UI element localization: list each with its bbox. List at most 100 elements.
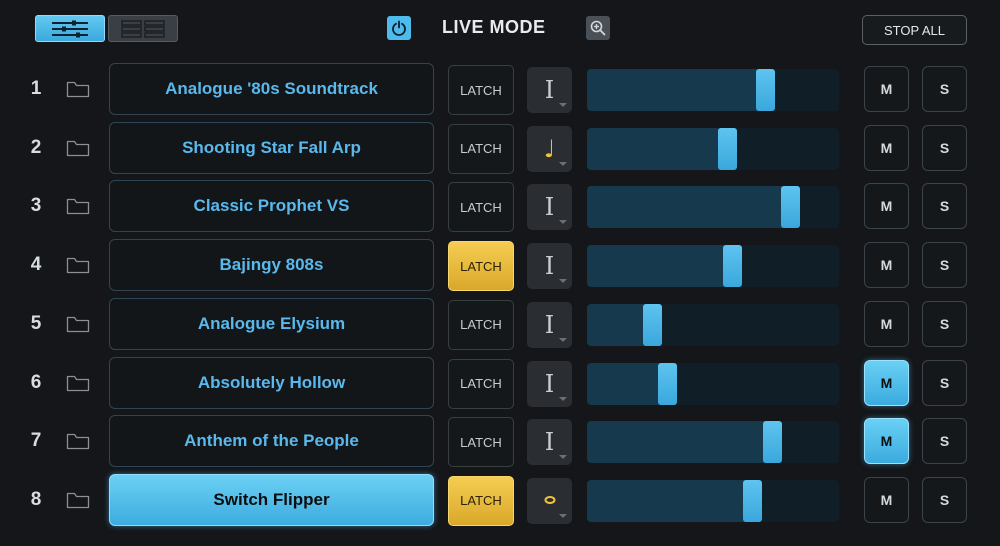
track-name-button[interactable]: Bajingy 808s (109, 239, 434, 292)
latch-button[interactable]: LATCH (448, 417, 514, 468)
folder-icon[interactable] (66, 256, 90, 274)
bar-icon: I (544, 193, 555, 222)
live-mode-panel: LIVE MODE STOP ALL 1 Analogue '80s Soundt… (0, 0, 1000, 546)
volume-fader[interactable] (587, 421, 839, 464)
solo-button[interactable]: S (922, 418, 967, 465)
grid-view-button[interactable] (108, 15, 178, 42)
trigger-mode-dropdown[interactable]: I (527, 184, 572, 231)
volume-fader[interactable] (587, 479, 839, 522)
mute-button[interactable]: M (864, 418, 909, 465)
zoom-button[interactable] (586, 16, 610, 40)
mute-button[interactable]: M (864, 183, 909, 230)
fader-fill (587, 362, 668, 405)
track-row: 6 Absolutely Hollow LATCH I M S (0, 356, 1000, 410)
bar-icon: I (544, 310, 555, 339)
latch-button[interactable]: LATCH (448, 123, 514, 174)
bar-icon: I (544, 369, 555, 398)
track-number: 2 (30, 136, 42, 158)
solo-button[interactable]: S (922, 183, 967, 230)
track-name-button[interactable]: Shooting Star Fall Arp (109, 121, 434, 174)
solo-button[interactable]: S (922, 300, 967, 347)
power-icon (392, 20, 406, 36)
track-name-button[interactable]: Classic Prophet VS (109, 180, 434, 233)
fader-handle[interactable] (781, 186, 800, 229)
track-number: 5 (30, 312, 42, 334)
volume-fader[interactable] (587, 127, 839, 170)
folder-icon[interactable] (66, 139, 90, 157)
latch-button[interactable]: LATCH (448, 241, 514, 292)
page-title: LIVE MODE (442, 17, 546, 37)
zoom-in-icon (590, 20, 606, 36)
folder-icon[interactable] (66, 374, 90, 392)
track-name-button[interactable]: Analogue '80s Soundtrack (109, 63, 434, 115)
mute-button[interactable]: M (864, 66, 909, 112)
caret-down-icon (559, 161, 567, 166)
fader-handle[interactable] (658, 362, 677, 405)
track-row: 7 Anthem of the People LATCH I M S (0, 414, 1000, 468)
mute-button[interactable]: M (864, 476, 909, 523)
loop-icon (543, 492, 557, 510)
folder-icon[interactable] (66, 432, 90, 450)
fader-handle[interactable] (723, 245, 742, 288)
trigger-mode-dropdown[interactable]: ♩ (527, 125, 572, 172)
folder-icon[interactable] (66, 197, 90, 215)
bar-icon: I (544, 428, 555, 457)
track-row: 4 Bajingy 808s LATCH I M S (0, 238, 1000, 292)
mixer-view-button[interactable] (35, 15, 105, 42)
track-number: 6 (30, 371, 42, 393)
track-name-button[interactable]: Analogue Elysium (109, 297, 434, 350)
volume-fader[interactable] (587, 186, 839, 229)
volume-fader[interactable] (587, 69, 839, 111)
mute-button[interactable]: M (864, 359, 909, 406)
mute-button[interactable]: M (864, 124, 909, 171)
trigger-mode-dropdown[interactable]: I (527, 301, 572, 348)
volume-fader[interactable] (587, 362, 839, 405)
fader-handle[interactable] (756, 69, 775, 111)
latch-button[interactable]: LATCH (448, 65, 514, 115)
stop-all-button[interactable]: STOP ALL (862, 15, 967, 45)
fader-handle[interactable] (718, 127, 737, 170)
track-number: 8 (30, 488, 42, 510)
track-number: 3 (30, 195, 42, 217)
caret-down-icon (559, 220, 567, 225)
trigger-mode-dropdown[interactable] (527, 477, 572, 524)
solo-button[interactable]: S (922, 66, 967, 112)
solo-button[interactable]: S (922, 242, 967, 289)
folder-icon[interactable] (66, 491, 90, 509)
fader-handle[interactable] (643, 303, 662, 346)
track-row: 1 Analogue '80s Soundtrack LATCH I M S (0, 62, 1000, 116)
power-button[interactable] (387, 16, 411, 40)
track-name-button[interactable]: Switch Flipper (109, 473, 434, 526)
fader-handle[interactable] (743, 479, 762, 522)
fader-fill (587, 245, 733, 288)
mute-button[interactable]: M (864, 242, 909, 289)
solo-button[interactable]: S (922, 124, 967, 171)
latch-button[interactable]: LATCH (448, 475, 514, 526)
volume-fader[interactable] (587, 303, 839, 346)
folder-icon[interactable] (66, 80, 90, 98)
trigger-mode-dropdown[interactable]: I (527, 419, 572, 466)
mixer-sliders-icon (52, 20, 88, 37)
trigger-mode-dropdown[interactable]: I (527, 243, 572, 290)
track-name-button[interactable]: Anthem of the People (109, 415, 434, 468)
trigger-mode-dropdown[interactable]: I (527, 67, 572, 113)
caret-down-icon (559, 513, 567, 518)
solo-button[interactable]: S (922, 476, 967, 523)
track-name-button[interactable]: Absolutely Hollow (109, 356, 434, 409)
latch-button[interactable]: LATCH (448, 358, 514, 409)
latch-button[interactable]: LATCH (448, 299, 514, 350)
latch-button[interactable]: LATCH (448, 182, 514, 233)
trigger-mode-dropdown[interactable]: I (527, 360, 572, 407)
track-row: 3 Classic Prophet VS LATCH I M S (0, 179, 1000, 233)
mute-button[interactable]: M (864, 300, 909, 347)
fader-fill (587, 479, 753, 522)
caret-down-icon (559, 396, 567, 401)
volume-fader[interactable] (587, 245, 839, 288)
folder-icon[interactable] (66, 315, 90, 333)
track-row: 5 Analogue Elysium LATCH I M S (0, 297, 1000, 351)
note-icon: ♩ (543, 134, 556, 163)
bar-icon: I (544, 76, 555, 104)
fader-fill (587, 421, 773, 464)
fader-handle[interactable] (763, 421, 782, 464)
solo-button[interactable]: S (922, 359, 967, 406)
